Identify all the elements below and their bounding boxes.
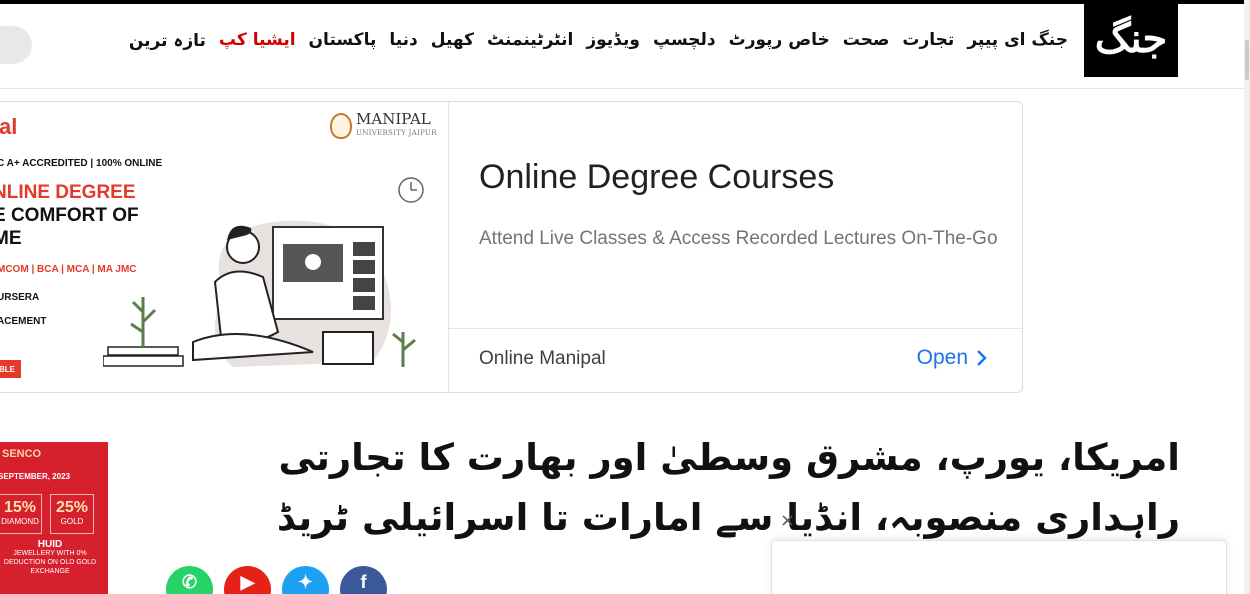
nav-item[interactable]: جنگ ای پیپر [967,30,1068,51]
manipal-logo: MANIPAL UNIVERSITY JAIPUR [330,112,437,140]
student-illustration [103,177,424,367]
whatsapp-icon[interactable]: ✆ [166,566,213,594]
header-divider [0,88,1244,89]
nav-item[interactable]: دنیا [389,30,417,51]
nav-item[interactable]: ویڈیوز [586,30,640,51]
nav-item[interactable]: خاص رپورٹ [729,30,830,51]
creative-placement: ACEMENT [0,316,47,327]
side-ad-brand: SENCO [2,448,42,460]
offer-1-value: 15% [3,499,37,516]
ad-title[interactable]: Online Degree Courses [479,158,834,197]
nav-item[interactable]: صحت [843,30,890,51]
creative-cta[interactable]: BLE [0,360,21,378]
nav-item[interactable]: انٹرٹینمنٹ [487,30,573,51]
logo-text: جنگ [1094,15,1168,62]
scrollbar-thumb[interactable] [1245,40,1249,80]
offer-2-value: 25% [55,499,89,516]
share-buttons: ✆ ▶ ✦ f [166,566,387,594]
nav-item[interactable]: تازہ ترین [129,30,206,51]
ad-open-label: Open [916,346,968,369]
ad-open-button[interactable]: Open [917,346,988,370]
side-ad-date: SEPTEMBER, 2023 [0,472,71,481]
creative-partner: URSERA [0,292,40,303]
side-ad-offer-diamond: 15% DIAMOND [0,494,42,534]
sponsored-ad-card[interactable]: MANIPAL UNIVERSITY JAIPUR al C A+ ACCRED… [0,101,1023,393]
nav-item[interactable]: دلچسپ [653,30,716,51]
main-nav: تازہ ترین ایشیا کپ پاکستان دنیا کھیل انٹرٹینم… [129,30,1068,51]
huid-title: HUID [37,539,63,550]
manipal-crest-icon [330,113,352,139]
creative-headline-3: ME [0,228,22,249]
ad-separator [449,328,1022,329]
site-logo[interactable]: جنگ [1084,0,1178,77]
ad-text-panel[interactable]: Online Degree Courses Attend Live Classe… [449,102,1022,392]
side-ad-huid: HUID JEWELLERY WITH 0% DEDUCTION ON OLD … [0,540,100,576]
facebook-icon[interactable]: f [340,566,387,594]
nav-item[interactable]: تجارت [902,30,954,51]
jewellery-side-ad[interactable]: SENCO SEPTEMBER, 2023 15% DIAMOND 25% GO… [0,442,108,594]
ad-advertiser: Online Manipal [479,348,606,369]
huid-text: JEWELLERY WITH 0% DEDUCTION ON OLD GOLD … [3,550,97,575]
offer-2-label: GOLD [60,517,84,526]
today-button[interactable]: آج [0,26,32,64]
offer-1-label: DIAMOND [1,517,39,526]
nav-item[interactable]: ایشیا کپ [219,30,296,51]
close-icon[interactable]: × [780,510,795,531]
nav-item[interactable]: پاکستان [309,30,377,51]
top-border [0,0,1250,4]
twitter-icon[interactable]: ✦ [282,566,329,594]
scrollbar[interactable] [1244,0,1250,594]
ad-creative[interactable]: MANIPAL UNIVERSITY JAIPUR al C A+ ACCRED… [0,102,449,392]
manipal-sub: UNIVERSITY JAIPUR [356,129,437,137]
ad-description: Attend Live Classes & Access Recorded Le… [479,228,998,249]
side-ad-offer-gold: 25% GOLD [50,494,94,534]
creative-accreditation: C A+ ACCREDITED | 100% ONLINE [0,158,163,169]
youtube-icon[interactable]: ▶ [224,566,271,594]
floating-ad-panel[interactable] [771,540,1227,594]
creative-logo-fragment: al [0,114,18,139]
nav-item[interactable]: کھیل [431,30,474,51]
chevron-right-icon [977,350,987,366]
